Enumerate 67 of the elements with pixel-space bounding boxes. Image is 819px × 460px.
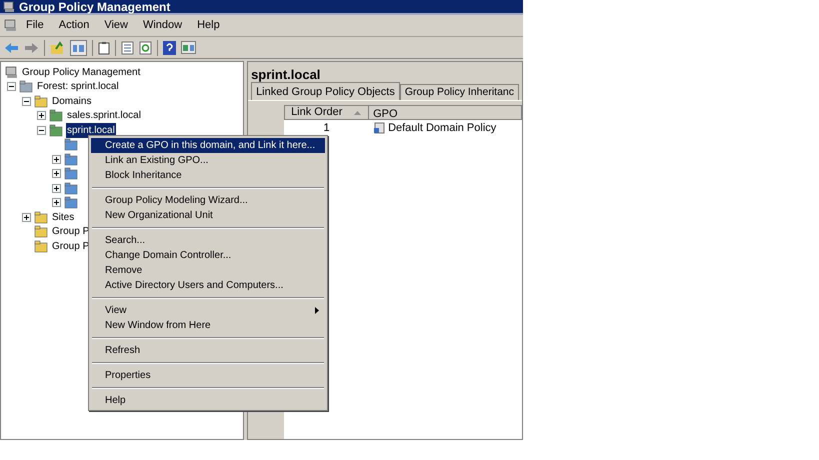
folder-icon	[64, 167, 78, 180]
document-icon[interactable]	[121, 40, 134, 54]
folder-icon	[34, 240, 48, 253]
expand-toggle[interactable]	[22, 212, 31, 222]
menu-bar-item[interactable]: Help	[191, 17, 226, 34]
folder-icon	[64, 152, 78, 166]
tree-item[interactable]: sales.sprint.local	[66, 108, 142, 124]
folder-icon	[49, 124, 63, 137]
folder-icon	[34, 225, 48, 238]
menu-bar-item[interactable]: Window	[136, 17, 188, 34]
menu-item[interactable]: Active Directory Users and Computers...	[91, 278, 325, 293]
folder-icon	[64, 138, 78, 152]
collapse-toggle[interactable]	[37, 126, 46, 135]
collapse-toggle[interactable]	[22, 96, 31, 106]
folder-icon	[49, 109, 63, 122]
app-icon	[5, 66, 18, 79]
menu-bar-item[interactable]: Action	[52, 17, 96, 34]
expand-toggle[interactable]	[37, 111, 46, 120]
menu-bar-item[interactable]: File	[20, 17, 50, 34]
column-header[interactable]: Link Order	[284, 105, 370, 120]
menu-item[interactable]: Search...	[91, 233, 325, 248]
tab[interactable]: Group Policy Inheritanc	[400, 84, 519, 100]
tree-item[interactable]: Group Policy Management	[22, 64, 140, 80]
folder-icon	[34, 94, 48, 108]
table-cell-text: 1	[322, 120, 331, 136]
expand-toggle[interactable]	[52, 198, 61, 208]
tree-item[interactable]: Sites	[51, 210, 76, 225]
menu-item[interactable]: Group Policy Modeling Wizard...	[91, 193, 325, 208]
pane-icon[interactable]	[70, 40, 87, 56]
app-icon	[3, 0, 15, 12]
menu-item[interactable]: Remove	[91, 263, 325, 278]
menu-item[interactable]: Help	[91, 393, 325, 408]
help-icon[interactable]	[163, 40, 176, 54]
menu-bar-item[interactable]: View	[98, 17, 134, 34]
expand-toggle[interactable]	[52, 154, 61, 164]
tree-item[interactable]: Domains	[51, 94, 92, 109]
refresh-icon[interactable]	[139, 40, 152, 54]
menu-item[interactable]: Link an Existing GPO...	[91, 153, 325, 168]
menu-item[interactable]: Block Inheritance	[91, 168, 325, 183]
submenu-arrow-icon	[315, 307, 319, 314]
table-cell-text: Default Domain Policy	[388, 120, 496, 136]
menu-item[interactable]: Create a GPO in this domain, and Link it here...	[91, 138, 325, 153]
tree-item[interactable]: sprint.local	[66, 122, 116, 138]
expand-toggle[interactable]	[52, 184, 61, 193]
menu-item[interactable]: Refresh	[91, 343, 325, 358]
folder-icon	[19, 80, 33, 94]
menu-item[interactable]: New Window from Here	[91, 318, 325, 333]
sort-ascending-icon	[354, 110, 362, 114]
menu-item[interactable]: View	[91, 303, 325, 318]
collapse-toggle[interactable]	[7, 82, 16, 92]
pane-icon[interactable]	[181, 41, 196, 54]
column-header[interactable]: GPO	[369, 105, 522, 120]
menu-item[interactable]: New Organizational Unit	[91, 208, 325, 223]
folder-icon	[34, 210, 48, 224]
app-icon	[4, 19, 17, 32]
clipboard-icon[interactable]	[98, 40, 110, 54]
menu-item[interactable]: Properties	[91, 368, 325, 383]
tab[interactable]: Linked Group Policy Objects	[251, 82, 400, 100]
folder-icon	[64, 196, 78, 210]
folder-up-icon[interactable]	[50, 40, 65, 54]
tree-item[interactable]: Forest: sprint.local	[36, 79, 120, 94]
window-title: Group Policy Management	[19, 0, 170, 16]
menu-item[interactable]: Change Domain Controller...	[91, 248, 325, 263]
folder-icon	[64, 182, 78, 195]
details-title: sprint.local	[251, 66, 322, 81]
expand-toggle[interactable]	[52, 169, 61, 178]
policy-icon	[373, 122, 386, 134]
